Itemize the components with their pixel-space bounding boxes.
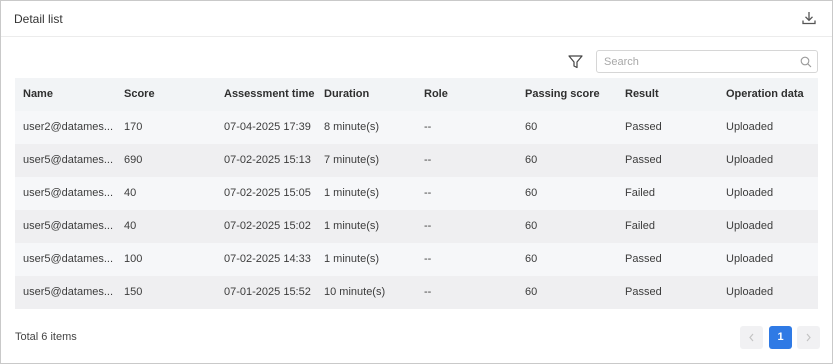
download-icon[interactable] [801,10,817,26]
table-row[interactable]: user5@datames... 40 07-02-2025 15:02 1 m… [15,210,818,243]
table-row[interactable]: user5@datames... 100 07-02-2025 14:33 1 … [15,243,818,276]
pagination-page-current[interactable]: 1 [769,326,792,349]
cell-role: -- [424,220,432,232]
search-field[interactable] [596,50,818,73]
cell-duration: 8 minute(s) [324,121,380,133]
cell-role: -- [424,121,432,133]
column-header-role[interactable]: Role [424,78,519,111]
column-header-assessment-time[interactable]: Assessment time [224,78,319,111]
column-header-score[interactable]: Score [124,78,214,111]
cell-role: -- [424,286,432,298]
table-row[interactable]: user5@datames... 150 07-01-2025 15:52 10… [15,276,818,309]
cell-name: user5@datames... [23,253,114,265]
cell-score: 100 [124,253,143,265]
pagination-prev-button[interactable] [740,326,763,349]
cell-passing-score: 60 [525,286,538,298]
cell-result: Failed [625,220,655,232]
cell-passing-score: 60 [525,220,538,232]
cell-role: -- [424,154,432,166]
cell-duration: 1 minute(s) [324,187,380,199]
cell-duration: 7 minute(s) [324,154,380,166]
cell-name: user5@datames... [23,220,114,232]
total-items-count: Total 6 items [15,331,77,343]
cell-assessment-time: 07-02-2025 15:02 [224,220,311,232]
filter-icon[interactable] [567,53,584,70]
table-header-row: Name Score Assessment time Duration Role… [15,78,818,111]
pagination-next-button[interactable] [797,326,820,349]
cell-result: Passed [625,154,662,166]
column-header-duration[interactable]: Duration [324,78,419,111]
panel-title: Detail list [14,12,63,26]
cell-passing-score: 60 [525,154,538,166]
cell-result: Passed [625,121,662,133]
cell-assessment-time: 07-02-2025 15:05 [224,187,311,199]
column-header-result[interactable]: Result [625,78,720,111]
cell-assessment-time: 07-04-2025 17:39 [224,121,311,133]
cell-name: user5@datames... [23,187,114,199]
column-header-name[interactable]: Name [23,78,115,111]
cell-duration: 1 minute(s) [324,253,380,265]
search-icon[interactable] [800,56,812,68]
cell-name: user5@datames... [23,286,114,298]
chevron-right-icon [806,333,811,342]
cell-result: Passed [625,253,662,265]
chevron-left-icon [749,333,754,342]
cell-result: Passed [625,286,662,298]
detail-table: Name Score Assessment time Duration Role… [15,78,818,309]
panel-header: Detail list [1,1,832,37]
cell-name: user5@datames... [23,154,114,166]
cell-operation-data: Uploaded [726,154,774,166]
column-header-passing-score[interactable]: Passing score [525,78,620,111]
cell-duration: 10 minute(s) [324,286,386,298]
table-row[interactable]: user2@datames... 170 07-04-2025 17:39 8 … [15,111,818,144]
cell-passing-score: 60 [525,253,538,265]
cell-operation-data: Uploaded [726,121,774,133]
detail-list-panel: Detail list Name Score Assessment time [0,0,833,364]
cell-operation-data: Uploaded [726,220,774,232]
search-input[interactable] [604,54,794,69]
table-row[interactable]: user5@datames... 690 07-02-2025 15:13 7 … [15,144,818,177]
table-row[interactable]: user5@datames... 40 07-02-2025 15:05 1 m… [15,177,818,210]
cell-score: 40 [124,187,137,199]
cell-passing-score: 60 [525,121,538,133]
cell-passing-score: 60 [525,187,538,199]
cell-operation-data: Uploaded [726,253,774,265]
cell-score: 40 [124,220,137,232]
cell-score: 150 [124,286,143,298]
cell-role: -- [424,187,432,199]
cell-name: user2@datames... [23,121,114,133]
cell-score: 170 [124,121,143,133]
cell-score: 690 [124,154,143,166]
cell-role: -- [424,253,432,265]
cell-operation-data: Uploaded [726,187,774,199]
cell-result: Failed [625,187,655,199]
cell-assessment-time: 07-02-2025 15:13 [224,154,311,166]
cell-assessment-time: 07-01-2025 15:52 [224,286,311,298]
cell-duration: 1 minute(s) [324,220,380,232]
cell-assessment-time: 07-02-2025 14:33 [224,253,311,265]
column-header-operation-data[interactable]: Operation data [726,78,816,111]
cell-operation-data: Uploaded [726,286,774,298]
